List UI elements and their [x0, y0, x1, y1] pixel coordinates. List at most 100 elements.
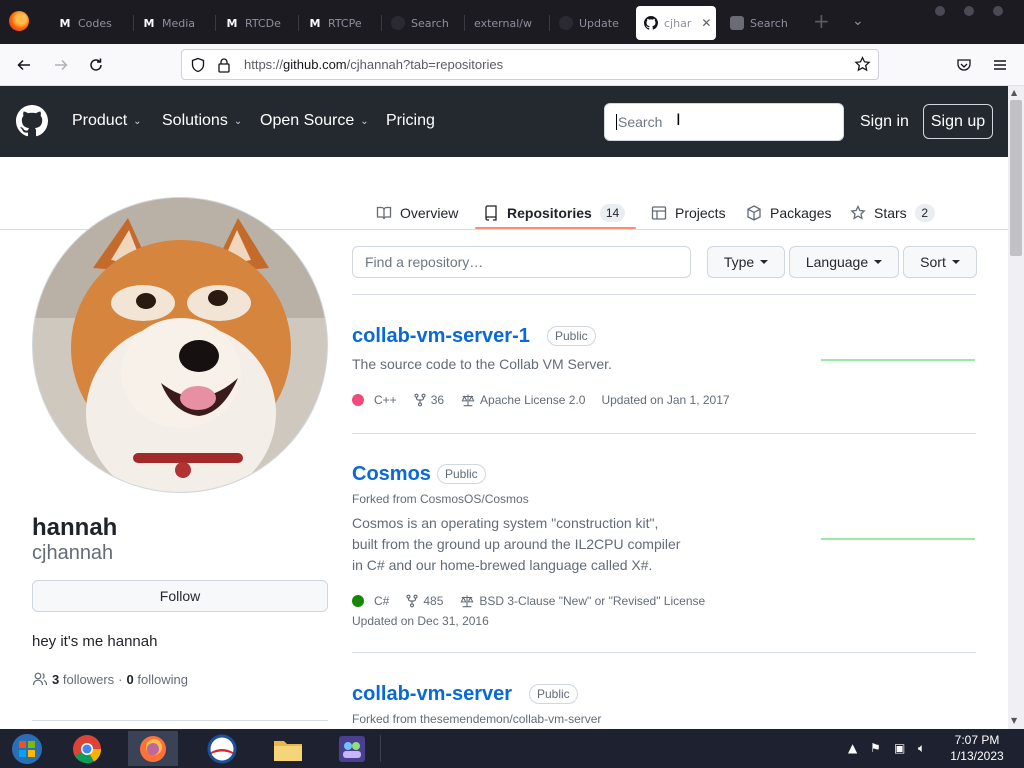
language-color-dot — [352, 595, 364, 607]
list-all-tabs-icon[interactable]: ⌄ — [852, 13, 864, 29]
medium-icon: M — [309, 16, 321, 30]
browser-tab[interactable]: external/w — [466, 6, 548, 40]
tab-label: Media — [162, 16, 196, 30]
chrome-taskbar-button[interactable] — [62, 731, 112, 766]
repo-name-link[interactable]: Cosmos — [352, 463, 431, 486]
app-menu-button[interactable] — [989, 54, 1011, 76]
tab-label: external/w — [474, 16, 532, 30]
visibility-badge: Public — [529, 684, 578, 704]
nav-open-source[interactable]: Open Source ⌄ — [260, 112, 369, 130]
new-tab-button[interactable]: + — [813, 10, 830, 32]
scroll-down-arrow-icon[interactable]: ▼ — [1011, 716, 1017, 725]
browser-tab[interactable]: M RTCPe — [300, 6, 380, 40]
active-tab-underline — [475, 227, 636, 229]
tab-packages[interactable]: Packages — [746, 197, 831, 229]
firefox-taskbar-button[interactable] — [128, 731, 178, 766]
profile-page: Overview Repositories 14 Projects Packag… — [0, 157, 1008, 729]
repo-forks-link[interactable]: 36 — [413, 390, 444, 410]
tab-overview[interactable]: Overview — [376, 197, 458, 229]
repo-meta: C++ 36 Apache License 2.0 Updated on Jan… — [352, 390, 772, 410]
browser-tab[interactable]: Search — [722, 6, 802, 40]
scrollbar-thumb[interactable] — [1010, 100, 1022, 256]
find-repository-input[interactable]: Find a repository… — [352, 246, 691, 278]
nav-label: Pricing — [386, 112, 435, 129]
separator-dot: · — [118, 671, 123, 687]
browser-tab[interactable]: Search — [383, 6, 463, 40]
browser-tab[interactable]: M RTCDe — [217, 6, 297, 40]
dropdown-label: Type — [723, 254, 755, 270]
tab-label: Stars — [874, 205, 907, 221]
window-minimize-button[interactable] — [935, 6, 945, 16]
nav-product[interactable]: Product ⌄ — [72, 112, 142, 130]
tab-label: RTCDe — [245, 16, 281, 30]
repo-description: Cosmos is an operating system "construct… — [352, 513, 680, 576]
url-prefix: https:// — [244, 57, 284, 72]
sign-in-link[interactable]: Sign in — [860, 113, 909, 131]
law-scale-icon — [460, 595, 474, 608]
sort-dropdown[interactable]: Sort — [903, 246, 977, 278]
github-logo-icon[interactable] — [16, 105, 48, 137]
language-color-dot — [352, 394, 364, 406]
browser-tab[interactable]: M Media — [134, 6, 214, 40]
reload-icon — [90, 58, 102, 71]
github-icon — [559, 16, 573, 30]
shield-icon[interactable] — [190, 57, 206, 73]
browser-tab-bar: M Codes M Media M RTCDe M RTCPe Search e… — [0, 0, 1024, 44]
reload-button[interactable] — [85, 54, 107, 76]
forked-from-link[interactable]: Forked from thesemendemon/collab-vm-serv… — [352, 712, 601, 726]
search-input[interactable]: Search — [604, 103, 844, 141]
triangle-down-icon — [951, 260, 960, 264]
tab-divider — [298, 15, 299, 31]
follow-button[interactable]: Follow — [32, 580, 328, 612]
os-taskbar: ▲ ⚑ ▣ 🔈︎ 7:07 PM 1/13/2023 — [0, 729, 1024, 768]
type-dropdown[interactable]: Type — [707, 246, 785, 278]
language-dropdown[interactable]: Language — [789, 246, 899, 278]
avatar[interactable] — [32, 197, 328, 493]
browser-tab[interactable]: M Codes — [50, 6, 132, 40]
nav-pricing[interactable]: Pricing — [386, 112, 435, 130]
scroll-up-arrow-icon[interactable]: ▲ — [1011, 88, 1017, 97]
system-clock[interactable]: 7:07 PM 1/13/2023 — [945, 732, 1009, 764]
file-explorer-taskbar-button[interactable] — [263, 731, 313, 766]
pocket-button[interactable] — [953, 54, 975, 76]
nav-label: Open Source — [260, 112, 355, 129]
browser-tab[interactable]: Update — [551, 6, 631, 40]
nav-label: Solutions — [162, 112, 228, 129]
close-tab-icon[interactable]: ✕ — [701, 16, 711, 30]
window-close-button[interactable] — [993, 6, 1003, 16]
tab-divider — [549, 15, 550, 31]
tab-label: Packages — [770, 205, 832, 221]
medium-icon: M — [226, 16, 238, 30]
window-maximize-button[interactable] — [964, 6, 974, 16]
forward-button[interactable] — [50, 54, 72, 76]
visibility-badge: Public — [547, 326, 596, 346]
show-hidden-icons[interactable]: ▲ — [848, 741, 857, 755]
start-button[interactable] — [2, 731, 52, 766]
following-link[interactable]: 0 following — [127, 672, 188, 687]
volume-icon[interactable]: 🔈︎ — [918, 741, 925, 756]
tab-repositories[interactable]: Repositories 14 — [483, 197, 626, 229]
tab-stars[interactable]: Stars 2 — [850, 197, 935, 229]
forked-from-link[interactable]: Forked from CosmosOS/Cosmos — [352, 492, 529, 506]
followers-link[interactable]: 3 followers — [52, 672, 114, 687]
repo-meta: C# 485 BSD 3-Clause "New" or "Revised" L… — [352, 591, 772, 631]
back-button[interactable] — [13, 54, 35, 76]
tab-divider — [464, 15, 465, 31]
repo-forks-link[interactable]: 485 — [405, 591, 443, 611]
mouse-cursor-ibeam-icon: I — [676, 110, 681, 129]
firefox-menu-icon[interactable] — [9, 11, 29, 31]
nav-solutions[interactable]: Solutions ⌄ — [162, 112, 242, 130]
star-bookmark-icon[interactable] — [854, 56, 871, 73]
url-bar[interactable]: https://github.com/cjhannah?tab=reposito… — [181, 49, 879, 80]
lock-icon[interactable] — [217, 57, 231, 73]
taskbar-app-button[interactable] — [197, 731, 247, 766]
taskbar-app-button[interactable] — [327, 731, 377, 766]
repo-name-link[interactable]: collab-vm-server — [352, 683, 512, 706]
browser-tab-active[interactable]: cjhar ✕ — [636, 6, 716, 40]
repo-name-link[interactable]: collab-vm-server-1 — [352, 325, 530, 348]
sign-up-button[interactable]: Sign up — [923, 104, 993, 139]
license-label: BSD 3-Clause "New" or "Revised" License — [479, 594, 706, 608]
tab-projects[interactable]: Projects — [651, 197, 726, 229]
action-center-flag-icon[interactable]: ⚑ — [870, 741, 881, 755]
network-icon[interactable]: ▣ — [894, 741, 905, 755]
